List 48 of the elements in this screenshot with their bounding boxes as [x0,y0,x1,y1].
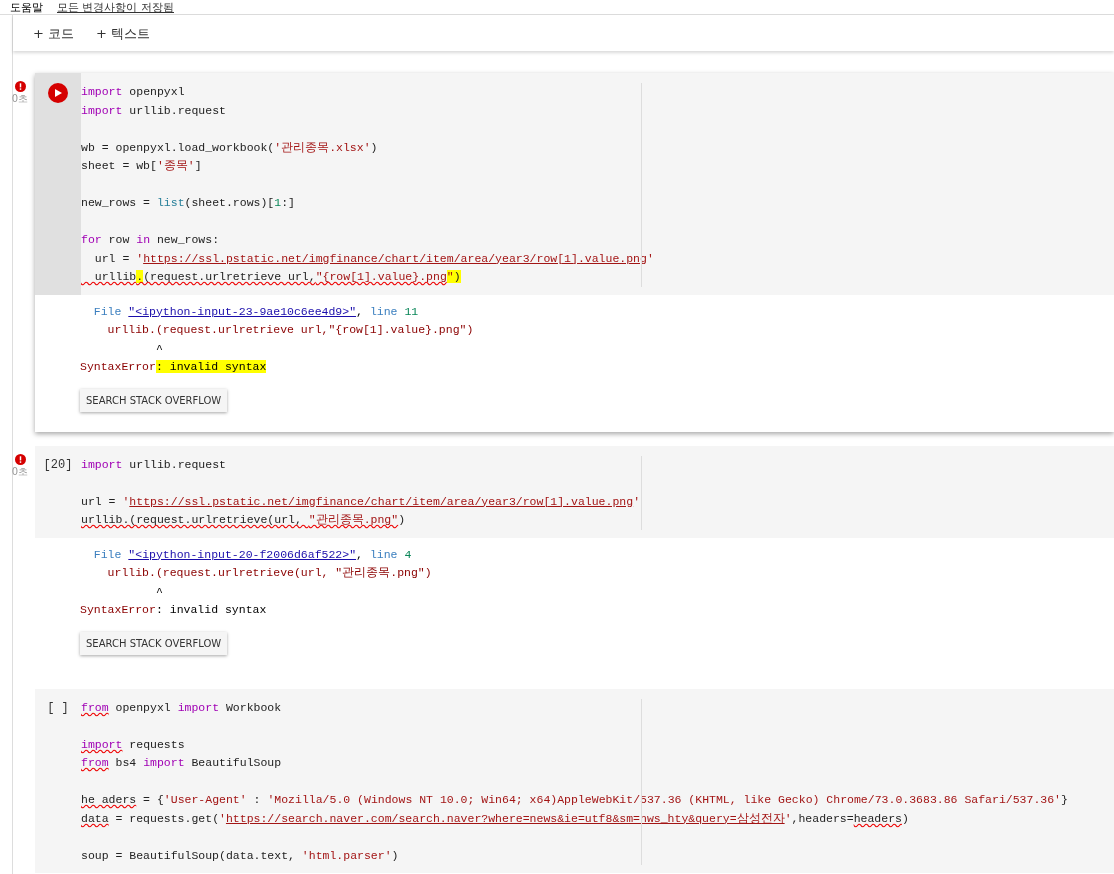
code-line[interactable]: import openpyxl [81,83,1114,102]
execution-time: 0초 [11,464,29,479]
error-caret: ^ [154,340,164,357]
run-button[interactable] [48,83,68,103]
search-stack-overflow-button[interactable]: SEARCH STACK OVERFLOW [80,631,228,655]
code-line[interactable]: new_rows = list(sheet.rows)[1:] [81,175,1114,213]
add-cell-button[interactable]: + 텍스트 [94,23,153,43]
file-link[interactable]: "<ipython-input-20-f2006d6af522>" [128,547,357,561]
add-cell-button[interactable]: + 코드 [31,23,77,43]
code-line[interactable]: urllib.(request.urlretrieve(url, "관리종목.png") [81,511,1114,530]
code-line[interactable]: import urllib.request [81,455,1114,474]
code-line[interactable]: url = 'https://ssl.pstatic.net/imgfinance/chart/item/area/year3/row[1].value.png' [81,249,1114,268]
error-code-line: urllib.(request.urlretrieve(url, "관리종목.png") [106,565,433,581]
line-number: 4 [404,547,412,561]
code-line[interactable]: for row in new_rows: [81,212,1114,250]
error-message: : invalid syntax [155,603,267,616]
file-label: File [92,547,123,561]
line-number: 11 [404,304,419,318]
code-line[interactable]: data = requests.get('https://search.naver.com/search.naver?where=news&ie=utf8&sm=nws_hty&query=삼성전자',headers=headers) [81,809,1114,828]
code-line[interactable]: urllib.(request.urlretrieve url,"{row[1].value}.png") [81,268,1114,287]
code-line[interactable]: import urllib.request [81,101,1114,120]
line-label: line [369,547,399,561]
code-line[interactable]: from openpyxl import Workbook [81,698,1114,717]
code-line[interactable]: from bs4 import BeautifulSoup [81,754,1114,773]
code-line[interactable]: import requests [81,717,1114,754]
execution-time: 0초 [11,92,29,106]
file-link[interactable]: "<ipython-input-23-9ae10c6ee4d9>" [128,304,357,318]
play-icon [53,88,63,98]
error-code-line: urllib.(request.urlretrieve url,"{row[1].value}.png") [106,322,475,338]
error-name: SyntaxError [80,603,156,616]
file-label: File [92,304,123,318]
code-line[interactable]: sheet = wb['종목'] [81,157,1114,176]
execution-count: [20] [43,456,73,472]
search-stack-overflow-button[interactable]: SEARCH STACK OVERFLOW [80,388,228,412]
error-name: SyntaxError [80,360,156,373]
help-menu[interactable]: 도움말 [10,2,43,14]
separator: , [356,304,364,318]
save-status-link[interactable]: 모든 변경사항이 저장됨 [57,2,174,14]
code-line[interactable]: wb = openpyxl.load_workbook('관리종목.xlsx') [81,120,1114,157]
code-line[interactable]: he aders = {'User-Agent' : 'Mozilla/5.0 (Windows NT 10.0; Win64; x64)AppleWebKit/537.36 (KHTML, like Gecko) Chrome/73.0.3683.86 Safari/537.36'} [81,772,1114,810]
code-line[interactable]: soup = BeautifulSoup(data.text, 'html.parser') [81,828,1114,865]
code-line[interactable]: url = 'https://ssl.pstatic.net/imgfinance/chart/item/area/year3/row[1].value.png' [81,474,1114,511]
execution-count: [ ] [47,699,69,715]
code-cell[interactable] [35,688,1114,873]
line-label: line [369,304,399,318]
error-message: : invalid syntax [155,360,267,373]
separator: , [356,547,364,561]
error-caret: ^ [154,583,164,600]
